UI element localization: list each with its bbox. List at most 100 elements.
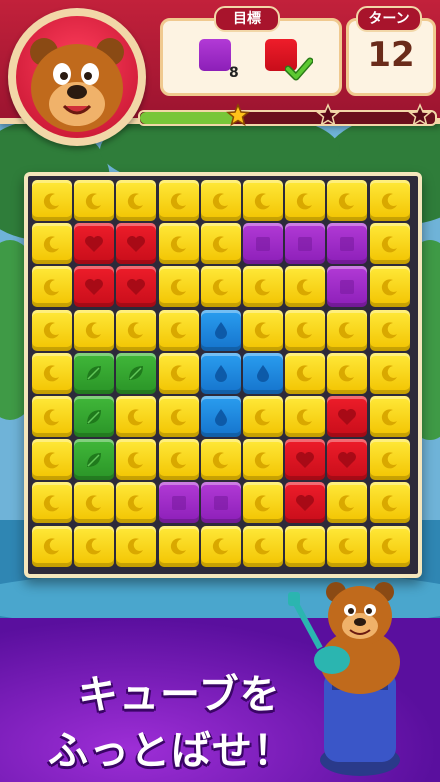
tile-yellow-r9-c7[interactable] xyxy=(285,525,326,567)
moon-icon xyxy=(381,365,397,382)
heart-icon xyxy=(296,494,315,511)
moon-icon xyxy=(128,408,144,425)
moon-icon xyxy=(339,192,355,209)
tile-yellow-r4-c9[interactable] xyxy=(369,309,410,351)
tile-red-r6-c8[interactable] xyxy=(327,396,368,437)
tile-purple-r2-c8[interactable] xyxy=(327,223,368,265)
tile-yellow-r8-c1[interactable] xyxy=(32,482,72,524)
tile-red-r3-c2[interactable] xyxy=(74,266,115,308)
tile-yellow-r4-c3[interactable] xyxy=(116,309,157,351)
tile-red-r2-c2[interactable] xyxy=(74,223,115,265)
moon-icon xyxy=(381,408,397,425)
tile-yellow-r4-c6[interactable] xyxy=(243,309,283,351)
moon-icon xyxy=(170,408,186,425)
tile-green-r7-c2[interactable] xyxy=(74,439,115,481)
tile-yellow-r7-c6[interactable] xyxy=(243,439,283,481)
tile-green-r5-c2[interactable] xyxy=(74,352,115,394)
tile-yellow-r6-c6[interactable] xyxy=(243,396,283,437)
tile-yellow-r9-c3[interactable] xyxy=(116,525,157,567)
tile-purple-r2-c6[interactable] xyxy=(243,223,283,265)
moon-icon xyxy=(254,408,270,425)
tile-yellow-r5-c9[interactable] xyxy=(369,352,410,394)
tile-yellow-r9-c6[interactable] xyxy=(243,525,283,567)
bear-ukulele-mascot xyxy=(288,582,400,776)
tile-yellow-r1-c7[interactable] xyxy=(285,180,326,221)
tile-green-r6-c2[interactable] xyxy=(74,396,115,437)
drop-icon xyxy=(214,322,227,340)
tile-yellow-r6-c1[interactable] xyxy=(32,396,72,437)
tile-yellow-r6-c7[interactable] xyxy=(285,396,326,437)
tile-yellow-r1-c1[interactable] xyxy=(32,180,72,221)
heart-icon xyxy=(338,408,357,425)
tile-yellow-r3-c7[interactable] xyxy=(285,266,326,308)
tile-yellow-r8-c6[interactable] xyxy=(243,482,283,524)
tile-yellow-r4-c2[interactable] xyxy=(74,309,115,351)
tile-yellow-r2-c9[interactable] xyxy=(369,223,410,265)
moon-icon xyxy=(43,538,59,555)
tile-yellow-r5-c4[interactable] xyxy=(158,352,199,394)
moon-icon xyxy=(86,192,102,209)
tile-blue-r5-c6[interactable] xyxy=(243,352,283,394)
tile-yellow-r5-c7[interactable] xyxy=(285,352,326,394)
tile-red-r2-c3[interactable] xyxy=(116,223,157,265)
moon-icon xyxy=(128,452,144,469)
tile-purple-r8-c4[interactable] xyxy=(158,482,199,524)
tile-yellow-r9-c4[interactable] xyxy=(158,525,199,567)
tile-yellow-r8-c9[interactable] xyxy=(369,482,410,524)
tile-yellow-r5-c1[interactable] xyxy=(32,352,72,394)
goal-purple-cube-icon xyxy=(199,39,231,71)
tile-yellow-r5-c8[interactable] xyxy=(327,352,368,394)
tile-yellow-r1-c6[interactable] xyxy=(243,180,283,221)
tile-blue-r4-c5[interactable] xyxy=(200,309,241,351)
tile-red-r3-c3[interactable] xyxy=(116,266,157,308)
tile-yellow-r9-c8[interactable] xyxy=(327,525,368,567)
tile-yellow-r1-c9[interactable] xyxy=(369,180,410,221)
tile-red-r7-c8[interactable] xyxy=(327,439,368,481)
tile-yellow-r1-c5[interactable] xyxy=(200,180,241,221)
tile-yellow-r8-c8[interactable] xyxy=(327,482,368,524)
tile-yellow-r8-c2[interactable] xyxy=(74,482,115,524)
tile-yellow-r6-c9[interactable] xyxy=(369,396,410,437)
tile-yellow-r1-c3[interactable] xyxy=(116,180,157,221)
tile-blue-r6-c5[interactable] xyxy=(200,396,241,437)
heart-icon xyxy=(85,278,104,295)
tile-yellow-r7-c4[interactable] xyxy=(158,439,199,481)
tile-yellow-r9-c9[interactable] xyxy=(369,525,410,567)
tile-yellow-r3-c4[interactable] xyxy=(158,266,199,308)
tile-yellow-r7-c5[interactable] xyxy=(200,439,241,481)
tile-yellow-r2-c1[interactable] xyxy=(32,223,72,265)
tile-red-r7-c7[interactable] xyxy=(285,439,326,481)
tile-yellow-r6-c3[interactable] xyxy=(116,396,157,437)
tile-yellow-r4-c1[interactable] xyxy=(32,309,72,351)
tile-yellow-r9-c2[interactable] xyxy=(74,525,115,567)
tile-purple-r2-c7[interactable] xyxy=(285,223,326,265)
tile-yellow-r1-c4[interactable] xyxy=(158,180,199,221)
tile-purple-r3-c8[interactable] xyxy=(327,266,368,308)
tile-purple-r8-c5[interactable] xyxy=(200,482,241,524)
tile-yellow-r2-c5[interactable] xyxy=(200,223,241,265)
tile-yellow-r3-c6[interactable] xyxy=(243,266,283,308)
tile-yellow-r7-c9[interactable] xyxy=(369,439,410,481)
tile-yellow-r9-c5[interactable] xyxy=(200,525,241,567)
tile-yellow-r6-c4[interactable] xyxy=(158,396,199,437)
star-icon-3 xyxy=(408,103,432,127)
tile-yellow-r4-c7[interactable] xyxy=(285,309,326,351)
tile-yellow-r2-c4[interactable] xyxy=(158,223,199,265)
tile-yellow-r4-c4[interactable] xyxy=(158,309,199,351)
tile-green-r5-c3[interactable] xyxy=(116,352,157,394)
moon-icon xyxy=(254,322,270,339)
tile-yellow-r1-c2[interactable] xyxy=(74,180,115,221)
leaf-icon xyxy=(87,409,102,424)
moon-icon xyxy=(297,192,313,209)
tile-yellow-r9-c1[interactable] xyxy=(32,525,72,567)
tile-yellow-r4-c8[interactable] xyxy=(327,309,368,351)
tile-blue-r5-c5[interactable] xyxy=(200,352,241,394)
tile-yellow-r7-c3[interactable] xyxy=(116,439,157,481)
tile-yellow-r3-c5[interactable] xyxy=(200,266,241,308)
tile-yellow-r3-c1[interactable] xyxy=(32,266,72,308)
tile-yellow-r8-c3[interactable] xyxy=(116,482,157,524)
tile-yellow-r1-c8[interactable] xyxy=(327,180,368,221)
tile-red-r8-c7[interactable] xyxy=(285,482,326,524)
tile-yellow-r3-c9[interactable] xyxy=(369,266,410,308)
tile-yellow-r7-c1[interactable] xyxy=(32,439,72,481)
